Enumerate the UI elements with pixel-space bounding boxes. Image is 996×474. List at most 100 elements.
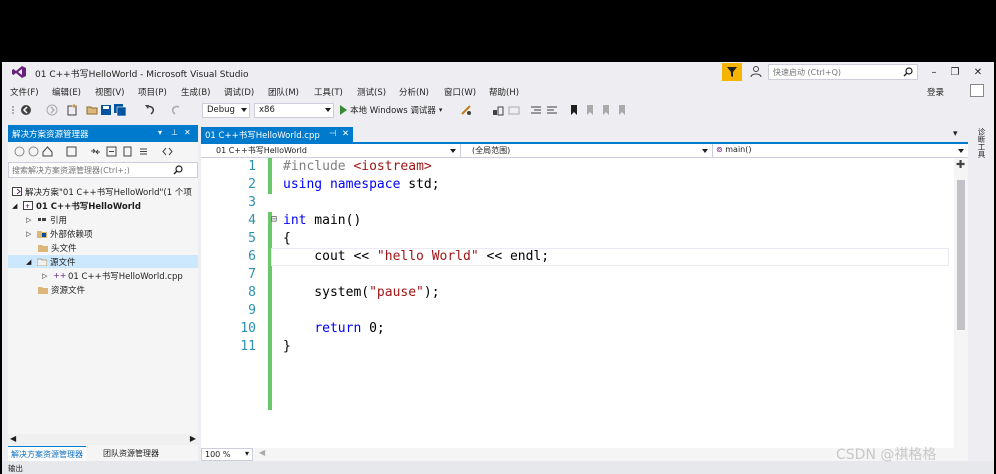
- menu-tools[interactable]: 工具(T): [314, 86, 343, 98]
- project-dropdown[interactable]: 01 C++书写HelloWorld: [201, 144, 461, 158]
- scroll-right-icon[interactable]: ▶: [190, 434, 196, 443]
- undo-icon[interactable]: [144, 104, 156, 116]
- menu-test[interactable]: 测试(S): [357, 86, 386, 98]
- previous-bookmark-icon[interactable]: [584, 104, 596, 116]
- code-line[interactable]: 5 {: [201, 230, 951, 248]
- auto-hide-pin-icon[interactable]: ⊥: [171, 128, 178, 137]
- quick-launch-box[interactable]: [768, 64, 918, 80]
- back-icon[interactable]: [14, 146, 25, 157]
- expanded-triangle-icon[interactable]: ◢: [12, 202, 20, 210]
- sync-icon[interactable]: [90, 146, 101, 157]
- login-link[interactable]: 登录: [927, 86, 944, 98]
- tab-solution-explorer[interactable]: 解决方案资源管理器: [8, 446, 86, 461]
- output-label[interactable]: 输出: [8, 464, 23, 473]
- collapse-outline-icon[interactable]: ⊟: [271, 214, 277, 225]
- tree-item-cpp-file[interactable]: ▷ ++ 01 C++书写HelloWorld.cpp: [42, 269, 183, 282]
- window-position-icon[interactable]: ▾: [158, 128, 162, 137]
- code-line[interactable]: 9: [201, 302, 951, 320]
- code-line[interactable]: 11 }: [201, 338, 951, 356]
- scroll-left-icon[interactable]: ◀: [259, 448, 265, 457]
- code-line[interactable]: 1 #include <iostream>: [201, 158, 951, 176]
- minimize-button[interactable]: –: [926, 65, 942, 79]
- menu-help[interactable]: 帮助(H): [489, 86, 519, 98]
- bookmark-icon[interactable]: [568, 104, 580, 116]
- browser-link-icon[interactable]: [460, 104, 472, 116]
- step-over-icon[interactable]: [508, 104, 520, 116]
- tree-item-external-deps[interactable]: ▷ 外部依赖项: [26, 227, 93, 240]
- forward-icon[interactable]: [28, 146, 39, 157]
- step-icon[interactable]: [492, 104, 504, 116]
- menu-view[interactable]: 视图(V): [95, 86, 124, 98]
- code-line[interactable]: 7: [201, 266, 951, 284]
- vertical-scrollbar[interactable]: ✚: [954, 158, 968, 448]
- show-all-files-icon[interactable]: [122, 146, 133, 157]
- collapse-all-icon[interactable]: [106, 146, 117, 157]
- scope-dropdown[interactable]: (全局范围): [461, 144, 713, 158]
- code-view-icon[interactable]: [162, 146, 173, 157]
- horizontal-scrollbar[interactable]: ◀ ▶: [8, 434, 198, 445]
- tab-team-explorer[interactable]: 团队资源管理器: [100, 446, 162, 461]
- zoom-dropdown[interactable]: 100 % ▾: [201, 448, 253, 461]
- restore-button[interactable]: ❐: [947, 65, 963, 79]
- code-line[interactable]: 6 cout << "hello World" << endl;: [201, 248, 951, 266]
- solution-platform-dropdown[interactable]: x86: [254, 103, 334, 118]
- new-project-icon[interactable]: [66, 104, 78, 116]
- menu-team[interactable]: 团队(M): [268, 86, 299, 98]
- next-bookmark-icon[interactable]: [600, 104, 612, 116]
- notifications-filter-icon[interactable]: [722, 63, 742, 81]
- code-line[interactable]: 2 using namespace std;: [201, 176, 951, 194]
- tree-item-source-files[interactable]: ◢ 源文件: [8, 255, 198, 268]
- home-icon[interactable]: [42, 146, 53, 157]
- save-all-icon[interactable]: [114, 104, 126, 116]
- scroll-left-icon[interactable]: ◀: [10, 434, 16, 443]
- code-line[interactable]: 10 return 0;: [201, 320, 951, 338]
- menu-debug[interactable]: 调试(D): [224, 86, 254, 98]
- code-line[interactable]: 3: [201, 194, 951, 212]
- start-debugging-button[interactable]: 本地 Windows 调试器 ▾: [340, 104, 442, 116]
- tree-item-project[interactable]: ◢ + 01 C++书写HelloWorld: [12, 199, 141, 212]
- pin-tab-icon[interactable]: ⊣: [329, 129, 336, 139]
- quick-launch-input[interactable]: [769, 65, 894, 79]
- redo-icon[interactable]: [170, 104, 182, 116]
- document-tab[interactable]: 01 C++书写HelloWorld.cpp ⊣ ✕: [201, 127, 353, 142]
- tree-item-header-files[interactable]: 头文件: [38, 241, 77, 254]
- open-file-icon[interactable]: [86, 104, 98, 116]
- code-line[interactable]: 4 ⊟ int main(): [201, 212, 951, 230]
- member-dropdown[interactable]: ⊚ main(): [713, 144, 968, 158]
- pending-changes-icon[interactable]: [66, 146, 77, 157]
- collapsed-triangle-icon[interactable]: ▷: [26, 230, 34, 238]
- navigate-back-icon[interactable]: [20, 104, 32, 116]
- tree-item-solution[interactable]: 解决方案"01 C++书写HelloWorld"(1 个项: [12, 185, 192, 198]
- close-panel-icon[interactable]: ✕: [184, 128, 191, 137]
- solution-explorer-search[interactable]: [8, 162, 198, 178]
- tree-item-resource-files[interactable]: 资源文件: [38, 283, 85, 296]
- collapsed-triangle-icon[interactable]: ▷: [26, 216, 34, 224]
- navigate-forward-icon[interactable]: [46, 104, 58, 116]
- feedback-person-icon[interactable]: [750, 65, 764, 79]
- menu-edit[interactable]: 编辑(E): [52, 86, 81, 98]
- tree-item-references[interactable]: ▷ 引用: [26, 213, 67, 226]
- menu-build[interactable]: 生成(B): [181, 86, 210, 98]
- code-line[interactable]: 8 system("pause");: [201, 284, 951, 302]
- menu-project[interactable]: 项目(P): [138, 86, 167, 98]
- code-editor[interactable]: 1 #include <iostream> 2 using namespace …: [201, 158, 968, 448]
- split-window-icon[interactable]: ✚: [956, 158, 965, 171]
- solution-configuration-dropdown[interactable]: Debug: [202, 103, 250, 118]
- tab-overflow-icon[interactable]: ▾: [953, 129, 958, 139]
- account-icon[interactable]: [970, 84, 984, 97]
- menu-window[interactable]: 窗口(W): [444, 86, 476, 98]
- close-button[interactable]: ✕: [970, 65, 986, 79]
- menu-file[interactable]: 文件(F): [10, 86, 39, 98]
- close-tab-icon[interactable]: ✕: [342, 129, 349, 139]
- diagnostic-tools-tab[interactable]: 诊断工具: [973, 128, 987, 158]
- uncomment-lines-icon[interactable]: [546, 104, 558, 116]
- menu-analyze[interactable]: 分析(N): [399, 86, 429, 98]
- collapsed-triangle-icon[interactable]: ▷: [42, 272, 50, 280]
- comment-lines-icon[interactable]: [530, 104, 542, 116]
- properties-icon[interactable]: [138, 146, 149, 157]
- solution-explorer-search-input[interactable]: [9, 163, 169, 177]
- save-icon[interactable]: [100, 104, 112, 116]
- clear-bookmarks-icon[interactable]: [616, 104, 628, 116]
- scrollbar-thumb[interactable]: [957, 180, 965, 330]
- expanded-triangle-icon[interactable]: ◢: [26, 258, 34, 266]
